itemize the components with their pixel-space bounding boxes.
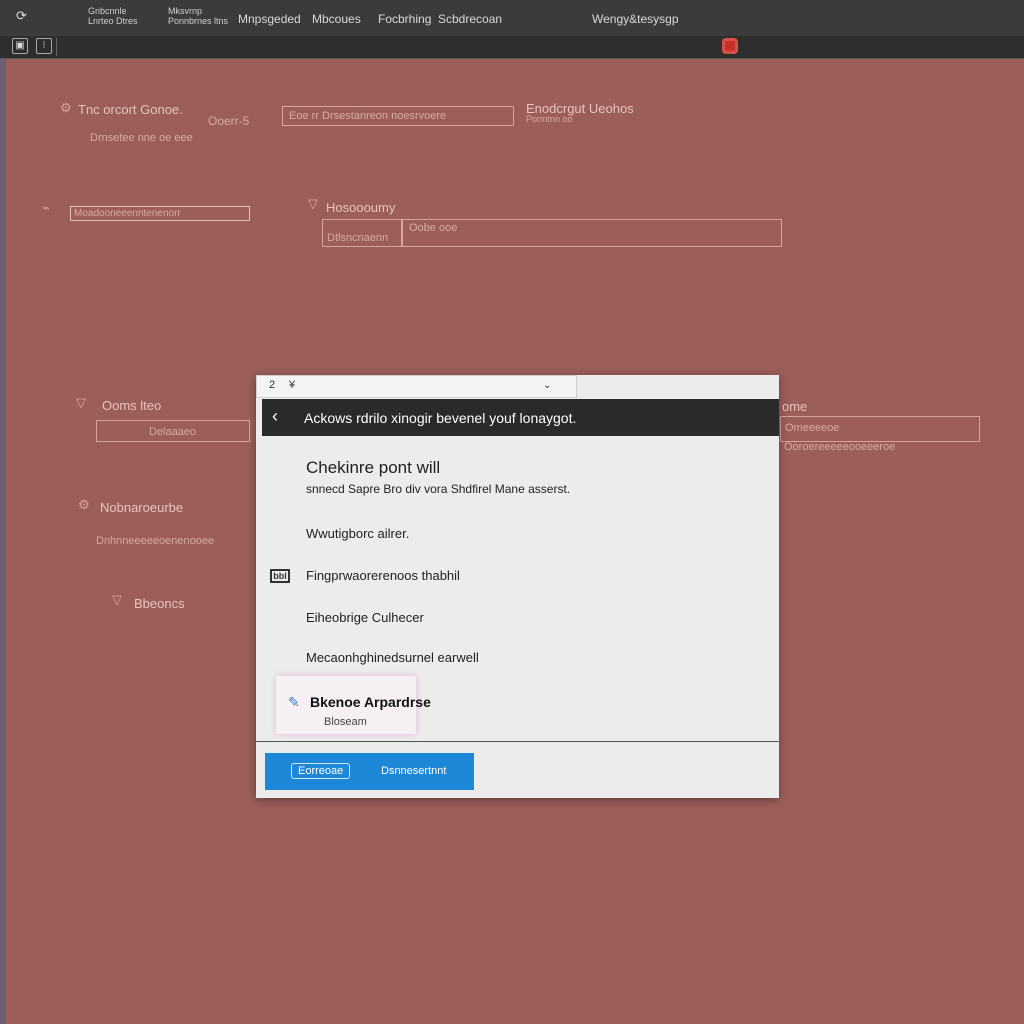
row2-field-mid-value: Oobe ooe <box>409 222 458 234</box>
file-icon: bbl <box>270 569 290 583</box>
dialog-heading: Chekinre pont will <box>306 458 441 477</box>
row2-field-left-value: Dtlsncnaenn <box>327 232 389 244</box>
grid-icon[interactable]: ⁝ <box>36 38 52 54</box>
toolbar: ▣ ⁝ <box>0 36 1024 59</box>
row3-right-sub: Ooroereeeeeooeeeroe <box>784 441 896 453</box>
menu-item-3[interactable]: Mnpsgeded <box>238 12 301 26</box>
row3-field[interactable]: Delaaaeo <box>96 420 250 442</box>
app-icon[interactable]: ⟳ <box>16 8 32 23</box>
row3-right-field-value: Omeeeeoe <box>785 422 840 434</box>
secondary-button-label[interactable]: Dsnnesertnnt <box>381 765 446 777</box>
link-icon: ⌁ <box>42 200 50 215</box>
row3-title: Ooms lteo <box>102 398 162 413</box>
menu-item-6[interactable]: Scbdrecoan <box>438 12 502 26</box>
back-arrow-icon[interactable]: ‹ <box>272 406 278 427</box>
window-edge <box>0 58 6 1024</box>
row4-title: Nobnaroeurbe <box>100 500 184 515</box>
option-item-3[interactable]: Eiheobrige Culhecer <box>306 610 424 625</box>
menu-item-5[interactable]: Focbrhing <box>378 12 431 26</box>
row5-title: Bbeoncs <box>134 596 185 611</box>
highlighted-option-sub: Bloseam <box>324 716 367 728</box>
window-titlebar: ⟳ Gnbcnnle Lnrteo Dtres Mksvrnp Ponnbrne… <box>0 0 1024 36</box>
dropdown-icon[interactable]: ⌄ <box>543 380 551 391</box>
pen-icon: ✎ <box>288 694 300 710</box>
menu-item-1[interactable]: Gnbcnnle Lnrteo Dtres <box>88 6 138 26</box>
row1-sub: Drnsetee nne oe eee <box>90 132 193 144</box>
chevron-down-icon: ▽ <box>308 196 318 211</box>
row1-right-sub: Pormtnn oo <box>526 114 573 124</box>
dialog-subtitle: snnecd Sapre Bro div vora Shdfirel Mane … <box>306 482 571 496</box>
option-item-1[interactable]: Wwutigborc ailrer. <box>306 526 409 541</box>
row1-title: Tnc orcort Gonoe. <box>78 102 183 117</box>
chevron-down-icon-2: ▽ <box>76 395 86 410</box>
primary-action-button[interactable]: Eorreoae Dsnnesertnnt <box>265 753 474 790</box>
row2-field-left[interactable]: Dtlsncnaenn <box>322 219 402 247</box>
close-icon[interactable] <box>722 38 738 54</box>
row1-field[interactable]: Eoe rr Drsestanreon noesrvoere <box>282 106 514 126</box>
menu-item-2[interactable]: Mksvrnp Ponnbrnes ltns <box>168 6 228 26</box>
menu-item-4[interactable]: Mbcoues <box>312 12 361 26</box>
row2-title: Hosoooumy <box>326 200 396 215</box>
dialog-header: ‹ Ackows rdrilo xinogir bevenel youf lon… <box>262 399 779 436</box>
dialog-title: Ackows rdrilo xinogir bevenel youf lonay… <box>304 410 577 426</box>
chevron-down-icon-3: ▽ <box>112 592 122 607</box>
row2-field[interactable]: Moadooneeenntenenorr <box>70 206 250 221</box>
tab-icon-2[interactable]: ¥ <box>289 379 295 391</box>
settings-icon: ⚙ <box>60 100 72 115</box>
dialog-tab-strip: 2 ¥ ⌄ <box>256 375 577 398</box>
row3-right: ome <box>782 399 808 414</box>
option-item-2[interactable]: Fingprwaorerenoos thabhil <box>306 568 460 583</box>
highlighted-option[interactable]: ✎ Bkenoe Arpardrse Bloseam <box>276 676 431 734</box>
settings-icon-2: ⚙ <box>78 497 90 512</box>
option-item-4[interactable]: Mecaonhghinedsurnel earwell <box>306 650 479 665</box>
row1-field-value: Eoe rr Drsestanreon noesrvoere <box>289 110 447 122</box>
row3-right-field[interactable]: Omeeeeoe <box>780 416 980 442</box>
row1-badge: Ooerr-5 <box>208 114 250 128</box>
dialog-body: Chekinre pont will snnecd Sapre Bro div … <box>256 436 779 741</box>
toolbar-separator <box>56 38 57 56</box>
row3-field-value: Delaaaeo <box>149 426 197 438</box>
row2-field-value: Moadooneeenntenenorr <box>74 208 181 219</box>
row4-sub: Dnhnneeeeeoenenooee <box>96 535 215 547</box>
dialog-footer: Eorreoae Dsnnesertnnt <box>256 742 779 798</box>
highlighted-option-title: Bkenoe Arpardrse <box>310 694 431 710</box>
menu-item-7[interactable]: Wengy&tesysgp <box>592 12 679 26</box>
tab-icon-1[interactable]: 2 <box>269 379 275 391</box>
panel-icon[interactable]: ▣ <box>12 38 28 54</box>
primary-button-label[interactable]: Eorreoae <box>291 763 351 779</box>
row2-field-mid[interactable]: Oobe ooe <box>402 219 782 247</box>
